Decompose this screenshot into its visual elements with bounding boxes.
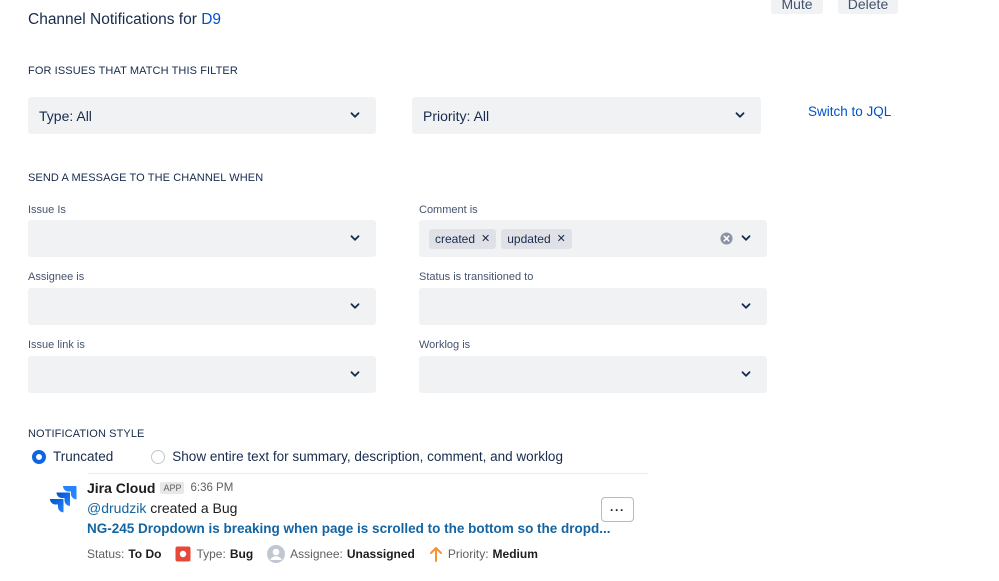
assignee-is-select[interactable] [28, 288, 376, 325]
comment-is-label: Comment is [419, 204, 478, 216]
priority-select[interactable]: Priority: All [412, 97, 761, 134]
issue-link-select[interactable] [28, 356, 376, 393]
notification-style-options: Truncated Show entire text for summary, … [32, 449, 581, 464]
send-section-label: SEND A MESSAGE TO THE CHANNEL WHEN [28, 172, 264, 184]
radio-entire-text[interactable]: Show entire text for summary, descriptio… [151, 449, 563, 464]
notification-style-label: NOTIFICATION STYLE [28, 428, 145, 440]
page-title: Channel Notifications for D9 [28, 11, 221, 29]
more-actions-button[interactable]: ··· [601, 497, 634, 522]
app-name[interactable]: Jira Cloud [87, 480, 155, 496]
status-meta: Status: To Do [87, 547, 161, 561]
assignee-is-label: Assignee is [28, 271, 85, 283]
assignee-value: Unassigned [346, 547, 415, 561]
chevron-down-icon [741, 371, 751, 377]
worklog-select[interactable] [419, 356, 767, 393]
message-action: created a Bug [150, 500, 238, 516]
arrow-up-icon [429, 547, 442, 562]
radio-unchecked-icon[interactable] [151, 449, 166, 464]
switch-to-jql-link[interactable]: Switch to JQL [808, 104, 891, 119]
worklog-label: Worklog is [419, 339, 471, 351]
status-label: Status: [87, 547, 125, 561]
divider [88, 473, 648, 474]
message-text: @drudzik created a Bug [87, 500, 237, 516]
chevron-down-icon [350, 303, 360, 309]
priority-select-value: Priority: All [423, 107, 490, 124]
chip-label: updated [507, 231, 551, 246]
issue-is-label: Issue Is [28, 204, 66, 216]
type-value: Bug [229, 547, 254, 561]
chevron-down-icon [741, 235, 751, 241]
project-link[interactable]: D9 [201, 11, 221, 28]
message-time[interactable]: 6:36 PM [190, 482, 233, 494]
chip-updated: updated ✕ [501, 228, 572, 249]
chevron-down-icon [350, 112, 360, 118]
assignee-meta: Assignee: Unassigned [267, 545, 415, 563]
assignee-label: Assignee: [290, 547, 343, 561]
filter-section-label: FOR ISSUES THAT MATCH THIS FILTER [28, 65, 238, 77]
type-select-value: Type: All [39, 107, 92, 124]
issue-link-label: Issue link is [28, 339, 85, 351]
status-transitioned-label: Status is transitioned to [419, 271, 534, 283]
avatar-icon [267, 545, 286, 563]
radio-truncated[interactable]: Truncated [32, 449, 113, 464]
type-label: Type: [196, 547, 226, 561]
chevron-down-icon [735, 112, 745, 118]
priority-label: Priority: [447, 547, 489, 561]
comment-is-select[interactable]: created ✕ updated ✕ [419, 220, 767, 257]
status-transitioned-select[interactable] [419, 288, 767, 325]
bug-icon [175, 546, 191, 562]
app-badge: APP [160, 482, 185, 494]
remove-chip-icon[interactable]: ✕ [557, 232, 566, 245]
type-meta: Type: Bug [175, 546, 253, 562]
message-header: Jira Cloud APP 6:36 PM [87, 480, 233, 496]
priority-meta: Priority: Medium [429, 546, 538, 562]
radio-checked-icon[interactable] [32, 449, 46, 464]
title-prefix: Channel Notifications for [28, 11, 197, 28]
jira-logo-icon [50, 486, 77, 513]
status-value: To Do [128, 547, 162, 561]
issue-link[interactable]: NG-245 Dropdown is breaking when page is… [87, 521, 611, 536]
chip-label: created [435, 231, 476, 246]
chip-created: created ✕ [429, 228, 497, 249]
chevron-down-icon [741, 303, 751, 309]
type-select[interactable]: Type: All [28, 97, 376, 134]
issue-is-select[interactable] [28, 220, 376, 257]
remove-chip-icon[interactable]: ✕ [481, 232, 490, 245]
clear-icon[interactable] [720, 232, 733, 245]
priority-value: Medium [492, 547, 538, 561]
mute-button[interactable]: Mute [771, 0, 823, 14]
radio-label: Show entire text for summary, descriptio… [172, 449, 563, 464]
chevron-down-icon [350, 235, 360, 241]
radio-label: Truncated [53, 449, 114, 464]
delete-button[interactable]: Delete [838, 0, 898, 14]
user-mention[interactable]: @drudzik [87, 500, 146, 516]
issue-meta: Status: To Do Type: Bug Assignee: Unassi… [87, 545, 552, 563]
chevron-down-icon [350, 371, 360, 377]
